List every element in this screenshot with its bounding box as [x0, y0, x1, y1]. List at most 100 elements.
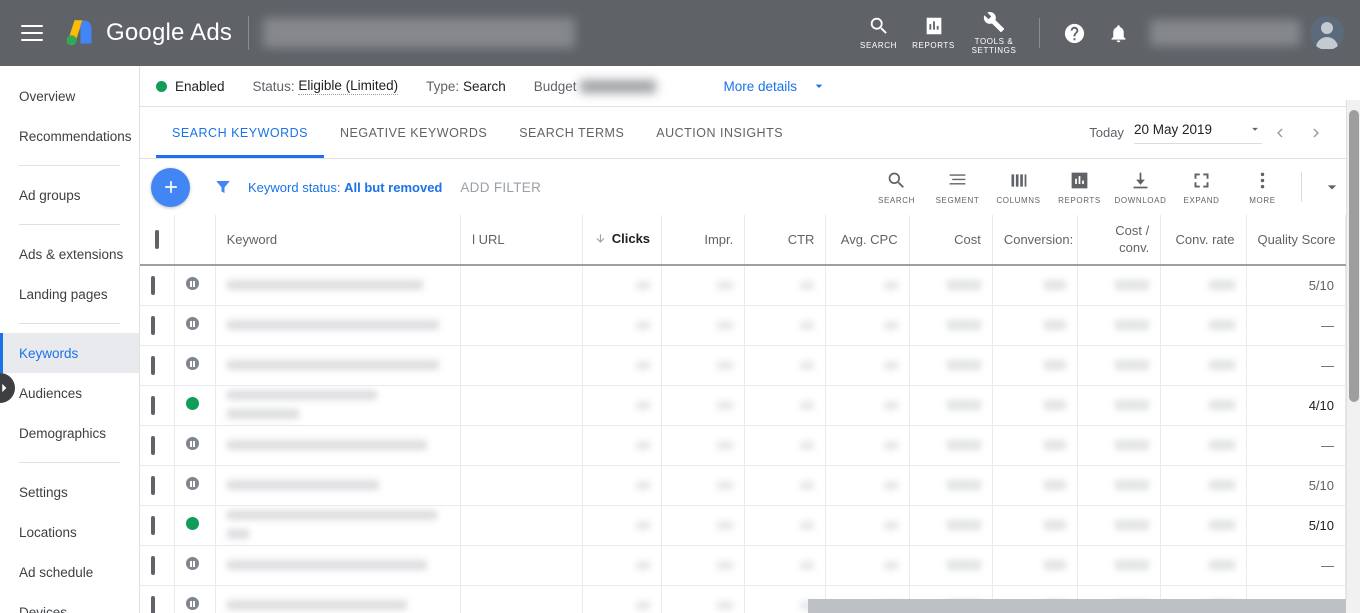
toolbar-columns-button[interactable]: COLUMNS [988, 159, 1049, 215]
row-checkbox[interactable] [151, 516, 155, 535]
select-all-checkbox[interactable] [155, 230, 159, 249]
enabled-status-dot-icon[interactable] [186, 517, 199, 530]
notifications-button[interactable] [1096, 0, 1140, 66]
final-url-column-header[interactable]: l URL [461, 215, 583, 265]
cost-column-header[interactable]: Cost [909, 215, 992, 265]
cost-per-conv-column-header[interactable]: Cost / conv. [1078, 215, 1161, 265]
table-row[interactable]: 5/10 [140, 505, 1346, 545]
paused-status-dot-icon[interactable] [186, 477, 199, 490]
row-checkbox[interactable] [151, 476, 155, 495]
sidebar-item-ad-schedule[interactable]: Ad schedule [0, 552, 139, 592]
table-row[interactable]: — [140, 425, 1346, 465]
keyword-column-header[interactable]: Keyword [215, 215, 461, 265]
row-status-cell[interactable] [175, 305, 216, 345]
avg-cpc-column-header[interactable]: Avg. CPC [826, 215, 909, 265]
row-status-cell[interactable] [175, 545, 216, 585]
table-row[interactable]: 5/10 [140, 465, 1346, 505]
toolbar-reports-button[interactable]: REPORTS [1049, 159, 1110, 215]
sidebar-item-landing-pages[interactable]: Landing pages [0, 274, 139, 314]
more-details-button[interactable]: More details [724, 78, 828, 94]
row-status-cell[interactable] [175, 385, 216, 425]
tab-search-terms[interactable]: SEARCH TERMS [503, 107, 640, 158]
row-checkbox[interactable] [151, 596, 155, 613]
row-checkbox[interactable] [151, 396, 155, 415]
conv-rate-column-header[interactable]: Conv. rate [1161, 215, 1246, 265]
row-status-cell[interactable] [175, 505, 216, 545]
sidebar-item-devices[interactable]: Devices [0, 592, 139, 613]
row-select-cell[interactable] [140, 585, 175, 613]
conversions-column-header[interactable]: Conversion: [992, 215, 1077, 265]
keyword-cell[interactable] [215, 545, 461, 585]
sidebar-item-demographics[interactable]: Demographics [0, 413, 139, 453]
sidebar-item-locations[interactable]: Locations [0, 512, 139, 552]
paused-status-dot-icon[interactable] [186, 557, 199, 570]
vertical-scrollbar[interactable] [1346, 100, 1360, 613]
sidebar-item-audiences[interactable]: Audiences [0, 373, 139, 413]
vertical-scrollbar-thumb[interactable] [1349, 110, 1359, 402]
sidebar-item-settings[interactable]: Settings [0, 472, 139, 512]
row-select-cell[interactable] [140, 545, 175, 585]
hamburger-menu-icon[interactable] [21, 25, 43, 41]
table-row[interactable]: — [140, 345, 1346, 385]
clicks-column-header[interactable]: Clicks [582, 215, 661, 265]
next-date-button[interactable] [1298, 115, 1334, 151]
avatar[interactable] [1310, 16, 1344, 50]
row-select-cell[interactable] [140, 385, 175, 425]
keyword-cell[interactable] [215, 425, 461, 465]
quality-score-column-header[interactable]: Quality Score [1246, 215, 1346, 265]
keyword-cell[interactable] [215, 465, 461, 505]
row-select-cell[interactable] [140, 425, 175, 465]
table-row[interactable]: 4/10 [140, 385, 1346, 425]
previous-date-button[interactable] [1262, 115, 1298, 151]
row-select-cell[interactable] [140, 465, 175, 505]
enabled-status-dot-icon[interactable] [186, 397, 199, 410]
toolbar-segment-button[interactable]: SEGMENT [927, 159, 988, 215]
toolbar-search-button[interactable]: SEARCH [866, 159, 927, 215]
table-row[interactable]: — [140, 305, 1346, 345]
keyword-cell[interactable] [215, 385, 461, 425]
row-checkbox[interactable] [151, 556, 155, 575]
table-row[interactable]: — [140, 545, 1346, 585]
tab-search-keywords[interactable]: SEARCH KEYWORDS [156, 107, 324, 158]
toolbar-expand-button[interactable]: EXPAND [1171, 159, 1232, 215]
keyword-cell[interactable] [215, 505, 461, 545]
keyword-cell[interactable] [215, 345, 461, 385]
row-status-cell[interactable] [175, 265, 216, 305]
help-button[interactable] [1052, 0, 1096, 66]
date-range-value[interactable]: 20 May 2019 [1134, 122, 1262, 144]
sidebar-item-keywords[interactable]: Keywords [0, 333, 139, 373]
paused-status-dot-icon[interactable] [186, 317, 199, 330]
add-keyword-button[interactable] [151, 168, 190, 207]
paused-status-dot-icon[interactable] [186, 437, 199, 450]
row-status-cell[interactable] [175, 585, 216, 613]
row-status-cell[interactable] [175, 425, 216, 465]
sidebar-item-ads-extensions[interactable]: Ads & extensions [0, 234, 139, 274]
row-checkbox[interactable] [151, 436, 155, 455]
keyword-cell[interactable] [215, 265, 461, 305]
ctr-column-header[interactable]: CTR [745, 215, 826, 265]
table-row[interactable]: 5/10 [140, 265, 1346, 305]
select-all-header[interactable] [140, 215, 175, 265]
row-status-cell[interactable] [175, 345, 216, 385]
paused-status-dot-icon[interactable] [186, 597, 199, 610]
sidebar-item-ad-groups[interactable]: Ad groups [0, 175, 139, 215]
impressions-column-header[interactable]: Impr. [662, 215, 745, 265]
sidebar-item-recommendations[interactable]: Recommendations [0, 116, 139, 156]
row-select-cell[interactable] [140, 305, 175, 345]
keyword-cell[interactable] [215, 585, 461, 613]
row-select-cell[interactable] [140, 265, 175, 305]
toolbar-download-button[interactable]: DOWNLOAD [1110, 159, 1171, 215]
row-select-cell[interactable] [140, 505, 175, 545]
tab-negative-keywords[interactable]: NEGATIVE KEYWORDS [324, 107, 503, 158]
topbar-tools-settings-button[interactable]: TOOLS & SETTINGS [961, 0, 1027, 66]
row-checkbox[interactable] [151, 356, 155, 375]
topbar-reports-button[interactable]: REPORTS [906, 0, 961, 66]
horizontal-scrollbar[interactable] [808, 599, 1360, 613]
add-filter-button[interactable]: ADD FILTER [460, 180, 541, 195]
row-checkbox[interactable] [151, 316, 155, 335]
row-checkbox[interactable] [151, 276, 155, 295]
row-select-cell[interactable] [140, 345, 175, 385]
sidebar-item-overview[interactable]: Overview [0, 76, 139, 116]
tab-auction-insights[interactable]: AUCTION INSIGHTS [640, 107, 799, 158]
status-value[interactable]: Eligible (Limited) [298, 78, 398, 95]
